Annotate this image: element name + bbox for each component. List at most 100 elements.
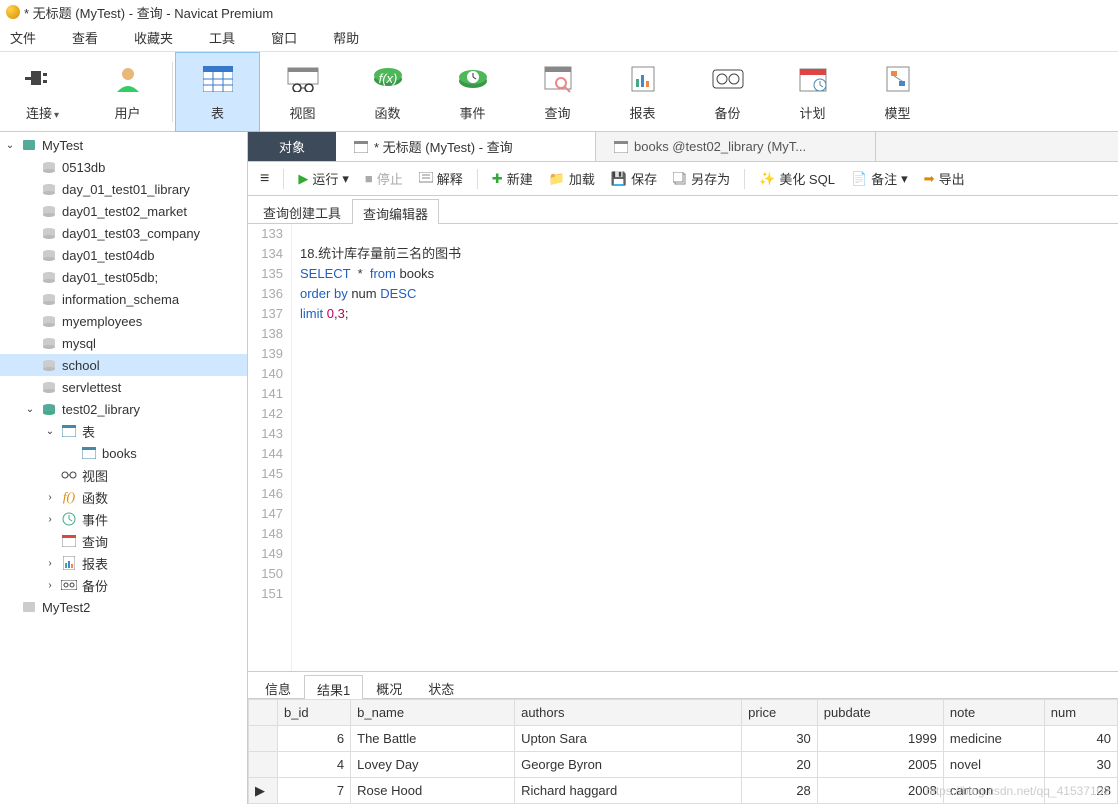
folder-queries[interactable]: 查询 [0, 530, 247, 552]
tb-view[interactable]: 视图 [260, 52, 345, 132]
col-num[interactable]: num [1044, 700, 1117, 726]
db-0513db[interactable]: 0513db [0, 156, 247, 178]
db-test02-library[interactable]: ⌄test02_library [0, 398, 247, 420]
col-bname[interactable]: b_name [351, 700, 515, 726]
titlebar: * 无标题 (MyTest) - 查询 - Navicat Premium [0, 0, 1118, 24]
tb-query[interactable]: 查询 [515, 52, 600, 132]
db-school[interactable]: school [0, 354, 247, 376]
menu-file[interactable]: 文件 [4, 26, 42, 49]
tb-function[interactable]: f(x) 函数 [345, 52, 430, 132]
database-icon [40, 159, 58, 175]
col-price[interactable]: price [742, 700, 818, 726]
load-button[interactable]: 📁加载 [543, 167, 601, 190]
db-mysql[interactable]: mysql [0, 332, 247, 354]
tab-result1[interactable]: 结果1 [304, 675, 363, 699]
conn-mytest[interactable]: ⌄MyTest [0, 134, 247, 156]
main-toolbar: 连接▾ 用户 表 视图 f(x) 函数 事件 查询 报表 备份 计划 模型 [0, 52, 1118, 132]
menu-tool[interactable]: 工具 [203, 26, 241, 49]
new-button[interactable]: ✚新建 [486, 167, 539, 190]
menu-window[interactable]: 窗口 [265, 26, 303, 49]
tb-connect[interactable]: 连接▾ [0, 52, 85, 132]
note-icon: 📄 [851, 171, 867, 187]
database-icon [40, 203, 58, 219]
database-icon [40, 181, 58, 197]
tb-table[interactable]: 表 [175, 52, 260, 132]
database-icon [40, 225, 58, 241]
tab-status[interactable]: 状态 [415, 674, 467, 698]
tb-report[interactable]: 报表 [600, 52, 685, 132]
db-day01-test03[interactable]: day01_test03_company [0, 222, 247, 244]
sql-editor[interactable]: 1331341351361371381391401411421431441451… [248, 224, 1118, 671]
database-icon [40, 247, 58, 263]
col-bid[interactable]: b_id [278, 700, 351, 726]
conn-mytest2[interactable]: MyTest2 [0, 596, 247, 618]
calendar-icon [795, 61, 831, 97]
content-area: 对象 * 无标题 (MyTest) - 查询 books @test02_lib… [248, 132, 1118, 804]
tab-profile[interactable]: 概况 [363, 674, 415, 698]
beautify-button[interactable]: ✨美化 SQL [753, 167, 841, 190]
db-information-schema[interactable]: information_schema [0, 288, 247, 310]
db-day01-test04[interactable]: day01_test04db [0, 244, 247, 266]
col-pubdate[interactable]: pubdate [817, 700, 943, 726]
folder-events[interactable]: ›事件 [0, 508, 247, 530]
database-icon [40, 269, 58, 285]
connections-tree[interactable]: ⌄MyTest 0513db day_01_test01_library day… [0, 132, 248, 804]
plus-icon: ✚ [492, 171, 503, 187]
note-button[interactable]: 📄备注▾ [845, 167, 914, 190]
db-servlettest[interactable]: servlettest [0, 376, 247, 398]
table-row[interactable]: 4Lovey DayGeorge Byron202005novel30 [249, 752, 1118, 778]
report-icon [625, 61, 661, 97]
tab-query-builder[interactable]: 查询创建工具 [252, 198, 352, 223]
db-day01-test02[interactable]: day01_test02_market [0, 200, 247, 222]
menu-help[interactable]: 帮助 [327, 26, 365, 49]
table-icon [200, 61, 236, 97]
run-button[interactable]: ▶运行▾ [292, 167, 355, 190]
database-icon [40, 379, 58, 395]
tab-query-editor[interactable]: 查询编辑器 [352, 199, 439, 224]
explain-button[interactable]: 解释 [413, 167, 469, 190]
clock-icon [455, 61, 491, 97]
folder-functions[interactable]: ›f()函数 [0, 486, 247, 508]
table-row[interactable]: 6The BattleUpton Sara301999medicine40 [249, 726, 1118, 752]
tab-books-table[interactable]: books @test02_library (MyT... [596, 132, 876, 161]
document-tabs: 对象 * 无标题 (MyTest) - 查询 books @test02_lib… [248, 132, 1118, 162]
window-title: * 无标题 (MyTest) - 查询 - Navicat Premium [24, 3, 273, 22]
tb-backup[interactable]: 备份 [685, 52, 770, 132]
line-gutter: 1331341351361371381391401411421431441451… [248, 224, 292, 671]
stop-button[interactable]: ■停止 [359, 167, 409, 190]
col-authors[interactable]: authors [515, 700, 742, 726]
grid-header[interactable]: b_id b_name authors price pubdate note n… [249, 700, 1118, 726]
export-icon: ➡ [924, 171, 935, 187]
server-icon [20, 137, 38, 153]
table-books[interactable]: books [0, 442, 247, 464]
tb-event[interactable]: 事件 [430, 52, 515, 132]
tape-icon [710, 61, 746, 97]
function-icon: f(x) [370, 61, 406, 97]
export-button[interactable]: ➡导出 [918, 167, 971, 190]
folder-reports[interactable]: ›报表 [0, 552, 247, 574]
report-icon [60, 555, 78, 571]
tab-info[interactable]: 信息 [252, 674, 304, 698]
folder-tables[interactable]: ⌄表 [0, 420, 247, 442]
tab-objects[interactable]: 对象 [248, 132, 336, 161]
tab-query-untitled[interactable]: * 无标题 (MyTest) - 查询 [336, 132, 596, 161]
database-icon [40, 357, 58, 373]
tb-model[interactable]: 模型 [855, 52, 940, 132]
hamburger-icon[interactable]: ≡ [254, 168, 275, 190]
menu-fav[interactable]: 收藏夹 [128, 26, 179, 49]
folder-views[interactable]: 视图 [0, 464, 247, 486]
col-note[interactable]: note [943, 700, 1044, 726]
db-myemployees[interactable]: myemployees [0, 310, 247, 332]
save-button[interactable]: 💾保存 [605, 167, 663, 190]
tb-plan[interactable]: 计划 [770, 52, 855, 132]
folder-backups[interactable]: ›备份 [0, 574, 247, 596]
tb-user[interactable]: 用户 [85, 52, 170, 132]
watermark: https://blog.csdn.net/qq_41537102 [926, 784, 1110, 798]
sql-code[interactable]: 18.统计库存量前三名的图书 SELECT * from books order… [292, 224, 1118, 671]
saveas-icon [673, 172, 687, 186]
menu-view[interactable]: 查看 [66, 26, 104, 49]
query-subtabs: 查询创建工具 查询编辑器 [248, 196, 1118, 224]
saveas-button[interactable]: 另存为 [667, 167, 736, 190]
db-day01-test01[interactable]: day_01_test01_library [0, 178, 247, 200]
db-day01-test05[interactable]: day01_test05db; [0, 266, 247, 288]
